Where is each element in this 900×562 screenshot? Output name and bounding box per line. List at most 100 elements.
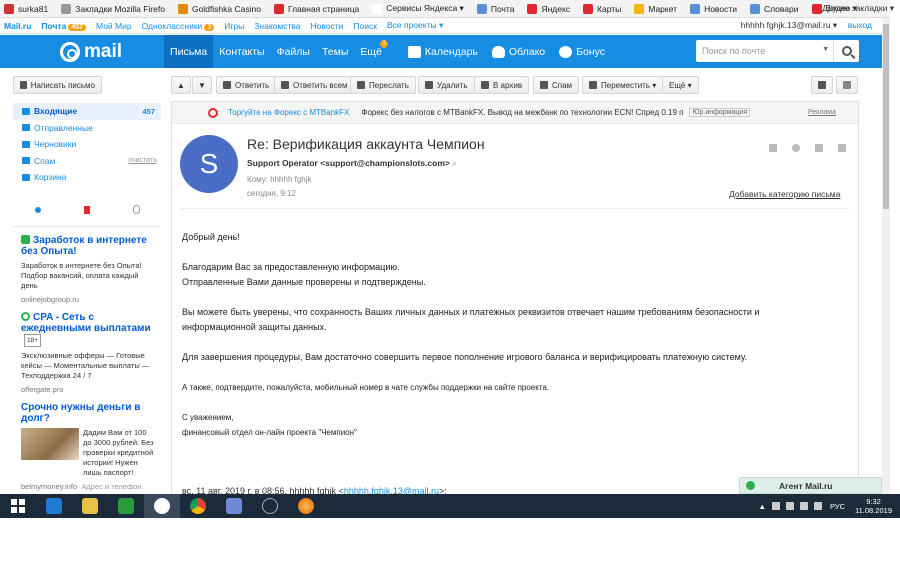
nav-contacts[interactable]: Контакты — [213, 35, 270, 68]
message-icon[interactable] — [813, 502, 822, 510]
bookmark-item[interactable]: Сервисы Яндекса ▾ — [372, 3, 464, 14]
spam-clear-link[interactable]: очистить — [128, 157, 157, 164]
folder-drafts[interactable]: Черновики — [13, 136, 161, 153]
nav-letters[interactable]: Письма — [164, 35, 214, 68]
next-message-button[interactable]: ▼ — [192, 76, 212, 94]
more-button[interactable]: Ещё ▾ — [662, 76, 699, 94]
scrollbar-thumb[interactable] — [883, 24, 889, 209]
ad-block-2[interactable]: CPA - Сеть с ежедневными выплатами18+ Эк… — [13, 311, 157, 394]
other-bookmarks[interactable]: Другие закладки ▾ — [822, 3, 894, 14]
forward-button[interactable]: Переслать — [350, 76, 416, 94]
taskbar-discord[interactable] — [216, 494, 252, 518]
page-scrollbar[interactable] — [882, 18, 890, 494]
flag-filter-icon[interactable] — [83, 205, 90, 214]
spam-button[interactable]: Спам — [533, 76, 580, 94]
mail-logo[interactable]: mail — [60, 41, 122, 63]
top-ad-line[interactable]: Торгуйте на Форекс с MTBankFX Форекс без… — [172, 102, 858, 124]
bookmark-item[interactable]: Карты — [583, 3, 621, 14]
ad-title[interactable]: Заработок в интернете без Опыта! — [21, 234, 157, 257]
prev-message-button[interactable]: ▲ — [171, 76, 191, 94]
taskbar-store[interactable] — [108, 494, 144, 518]
portal-news-link[interactable]: Новости — [311, 21, 344, 31]
bookmark-item[interactable]: surka81 — [4, 3, 48, 14]
nav-files[interactable]: Файлы — [271, 35, 316, 68]
money-image[interactable] — [21, 427, 79, 460]
ad-label-link[interactable]: Реклама — [808, 109, 836, 116]
taskbar-steam[interactable] — [252, 494, 288, 518]
taskbar-chrome[interactable] — [180, 494, 216, 518]
taskbar-explorer[interactable] — [72, 494, 108, 518]
folder-sent[interactable]: Отправленные — [13, 120, 161, 137]
nav-cloud[interactable]: Облако — [491, 45, 545, 58]
portal-games-link[interactable]: Игры — [224, 21, 244, 31]
volume-icon[interactable] — [799, 502, 808, 510]
archive-button[interactable]: В архив — [474, 76, 530, 94]
search-button[interactable] — [833, 40, 859, 62]
user-account-menu[interactable]: hhhhh fghjk.13@mail.ru ▾ — [741, 20, 838, 30]
taskbar-yandex[interactable] — [144, 494, 180, 518]
bookmark-item[interactable]: Маркет — [634, 3, 677, 14]
bookmark-item[interactable]: Закладки Mozilla Firefo — [61, 3, 165, 14]
nav-more[interactable]: Ещё 3 — [354, 35, 388, 68]
top-ad-title[interactable]: Торгуйте на Форекс с MTBankFX — [228, 108, 349, 117]
bookmark-item[interactable]: Яндекс — [527, 3, 570, 14]
reply-all-button[interactable]: Ответить всем — [274, 76, 355, 94]
mail-search-input[interactable]: Поиск по почте ▼ — [696, 40, 859, 62]
bookmark-item[interactable]: Почта — [476, 3, 514, 14]
more-label: Ещё ▾ — [669, 80, 692, 90]
ad-source[interactable]: offergate.pro — [21, 385, 157, 394]
nav-bonus[interactable]: Бонус — [559, 45, 605, 58]
taskbar-firefox[interactable] — [288, 494, 324, 518]
ad-block-1[interactable]: Заработок в интернете без Опыта! Заработ… — [13, 234, 157, 304]
folder-spam[interactable]: Спам очистить — [13, 153, 161, 170]
network-icon[interactable] — [771, 502, 780, 510]
portal-moymir-link[interactable]: Мой Мир — [96, 21, 132, 31]
bookmark-item[interactable]: Goldfishka Casino — [177, 3, 261, 14]
move-button[interactable]: Переместить ▾ — [582, 76, 664, 94]
bookmark-item[interactable]: Словари — [749, 3, 799, 14]
battery-icon[interactable] — [785, 502, 794, 510]
clock[interactable]: 9:32 11.08.2019 — [855, 497, 892, 515]
add-category-link[interactable]: Добавить категорию письма — [729, 189, 840, 199]
message-from[interactable]: Support Operator <support@championslots.… — [247, 158, 457, 169]
folder-inbox[interactable]: Входящие 457 — [13, 103, 161, 120]
nav-more-label: Ещё — [360, 45, 382, 58]
ad-title[interactable]: Срочно нужны деньги в долг? — [21, 402, 157, 424]
language-indicator[interactable]: РУС — [830, 502, 845, 511]
print-button[interactable] — [811, 76, 833, 94]
reply-button[interactable]: Ответить — [216, 76, 277, 94]
message-actions — [754, 144, 846, 152]
read-status-icon[interactable] — [792, 144, 800, 152]
logout-link[interactable]: выход — [848, 20, 872, 30]
delete-button[interactable]: Удалить — [418, 76, 475, 94]
portal-mailru-link[interactable]: Mail.ru — [4, 21, 31, 31]
portal-all-projects[interactable]: Все проекты ▾ — [387, 20, 443, 31]
portal-ok-link[interactable]: Одноклассники 3 — [142, 21, 215, 31]
expand-button[interactable] — [836, 76, 858, 94]
bookmark-item[interactable]: Главная страница — [273, 3, 359, 14]
nav-calendar[interactable]: Календарь — [407, 45, 478, 58]
legal-info-tag[interactable]: Юр.информация — [689, 108, 751, 117]
portal-mail-link[interactable]: Почта 457 — [41, 21, 87, 31]
folder-trash[interactable]: Корзина — [13, 169, 161, 186]
bookmark-item[interactable]: Новости — [690, 3, 737, 14]
ad-title[interactable]: CPA - Сеть с ежедневными выплатами18+ — [21, 311, 157, 347]
archive-label: В архив — [493, 80, 523, 90]
portal-search-link[interactable]: Поиск — [353, 21, 377, 31]
tray-up-icon[interactable]: ▲ — [759, 502, 766, 511]
compose-button[interactable]: Написать письмо — [13, 76, 102, 94]
ad-source[interactable]: belmymoney.info Адрес и телефон — [21, 482, 157, 491]
attachment-filter-icon[interactable] — [132, 205, 140, 214]
portal-dating-link[interactable]: Знакомства — [254, 21, 300, 31]
menu-icon[interactable] — [838, 144, 846, 152]
taskbar-edge[interactable] — [36, 494, 72, 518]
bookmark-icon[interactable] — [769, 144, 777, 152]
unread-filter-icon[interactable] — [34, 206, 41, 213]
start-button[interactable] — [0, 494, 36, 518]
search-scope-dropdown[interactable]: ▼ — [822, 46, 829, 53]
print-icon[interactable] — [815, 144, 823, 152]
ad-source[interactable]: onlinejobgroup.ru — [21, 295, 157, 304]
ad-block-3[interactable]: Срочно нужны деньги в долг? Дадим Вам от… — [13, 402, 157, 491]
nav-themes[interactable]: Темы — [316, 35, 354, 68]
mail-agent-bar[interactable]: Агент Mail.ru — [739, 477, 882, 494]
